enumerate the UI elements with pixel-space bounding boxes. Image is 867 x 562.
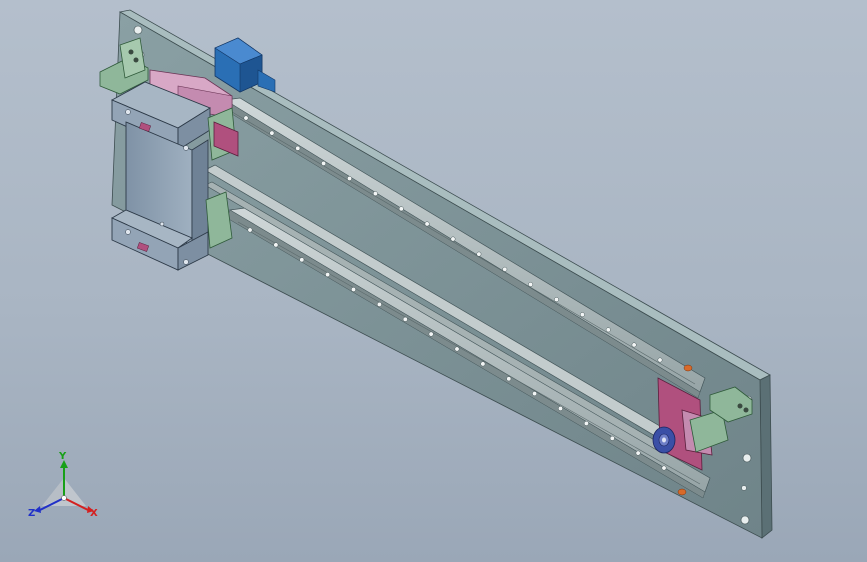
axis-z-label: Z [28, 508, 35, 519]
rail-mounting-hole [372, 191, 378, 197]
rail-mounting-hole [631, 342, 637, 348]
rail-mounting-hole [609, 435, 615, 441]
rail-mounting-hole [476, 251, 482, 257]
axis-x-label: X [90, 508, 98, 519]
rail-mounting-hole [273, 242, 279, 248]
axis-y-label: Y [58, 451, 67, 462]
rail-mounting-hole [450, 236, 456, 242]
rail-mounting-hole [295, 145, 301, 151]
rail-mounting-hole [532, 391, 538, 397]
rail-mounting-hole [376, 301, 382, 307]
rail-mounting-hole [554, 297, 559, 302]
coordinate-triad[interactable]: X Y Z [28, 451, 98, 519]
rail-mounting-hole [506, 376, 512, 382]
rail-mounting-hole [398, 206, 404, 212]
rail-mounting-hole [454, 346, 460, 352]
rail-mounting-hole [321, 160, 327, 166]
rail-mounting-hole [605, 327, 611, 333]
rail-mounting-hole [528, 281, 534, 287]
rail-mounting-hole [424, 221, 430, 227]
rail-mounting-hole [402, 316, 408, 322]
rail-mounting-hole [661, 465, 667, 471]
rail-mounting-hole [269, 130, 275, 136]
rail-mounting-hole [325, 272, 331, 278]
rail-mounting-hole [502, 266, 508, 272]
rail-mounting-hole [243, 115, 249, 121]
rail-mounting-hole [351, 287, 356, 292]
rail-mounting-hole [347, 176, 352, 181]
rail-mounting-hole [247, 227, 253, 233]
model-canvas[interactable]: X Y Z [0, 0, 867, 562]
graphics-viewport[interactable]: X Y Z [0, 0, 867, 562]
rail-mounting-hole [299, 257, 305, 263]
rail-mounting-hole [635, 450, 641, 456]
rail-mounting-hole [428, 331, 434, 337]
rail-mounting-hole [579, 312, 585, 318]
stop-pin-lower [677, 488, 687, 496]
idler-pulley[interactable] [652, 426, 676, 454]
carriage-block[interactable] [110, 81, 211, 271]
rail-mounting-hole [657, 357, 663, 363]
stop-pin-upper [683, 364, 693, 372]
rail-mounting-hole [558, 406, 563, 411]
rail-mounting-hole [480, 361, 486, 367]
rail-mounting-hole [583, 420, 589, 426]
